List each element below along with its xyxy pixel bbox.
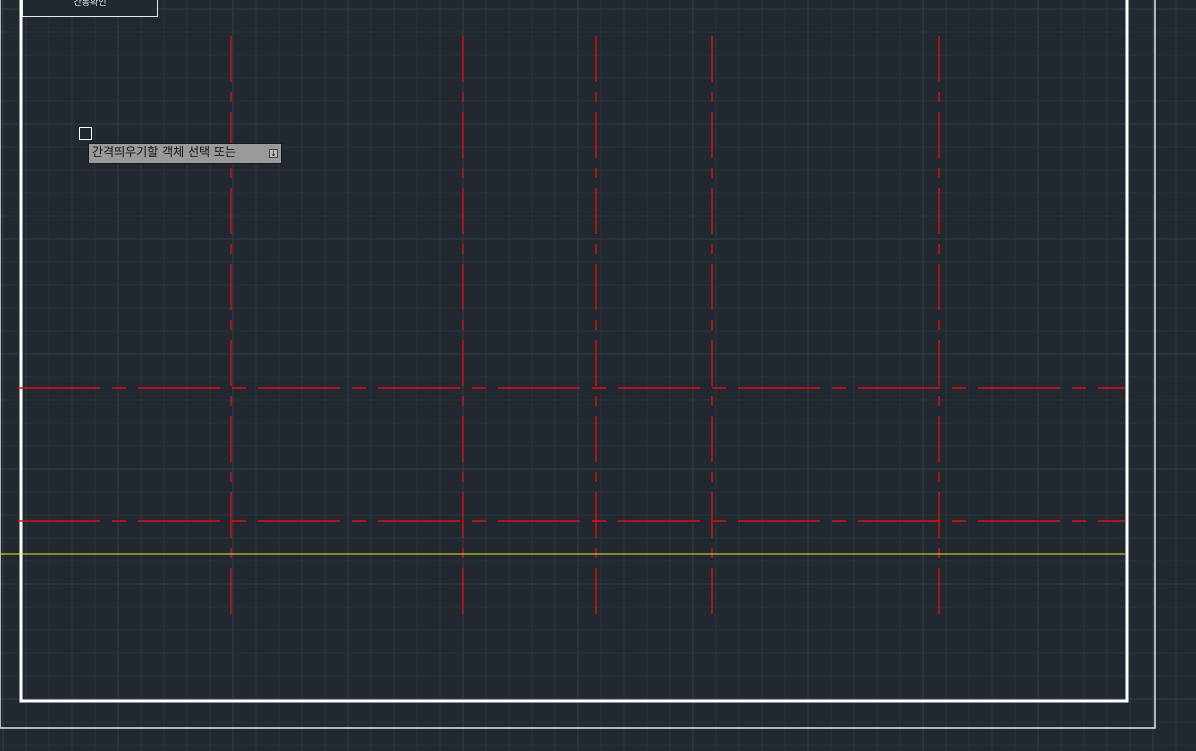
drawing-viewport[interactable]: 간통확인 간격띄우기할 객체 선택 또는 ↓ xyxy=(0,0,1196,751)
background-grid xyxy=(0,0,1196,751)
down-arrow-icon[interactable]: ↓ xyxy=(269,149,278,158)
command-prompt-tooltip[interactable]: 간격띄우기할 객체 선택 또는 ↓ xyxy=(88,143,282,164)
command-prompt-text: 간격띄우기할 객체 선택 또는 xyxy=(92,145,236,159)
structural-grid-lines xyxy=(18,36,1125,618)
drawing-canvas[interactable] xyxy=(0,0,1196,751)
pickbox-cursor xyxy=(79,127,92,140)
title-tab: 간통확인 xyxy=(22,0,158,17)
